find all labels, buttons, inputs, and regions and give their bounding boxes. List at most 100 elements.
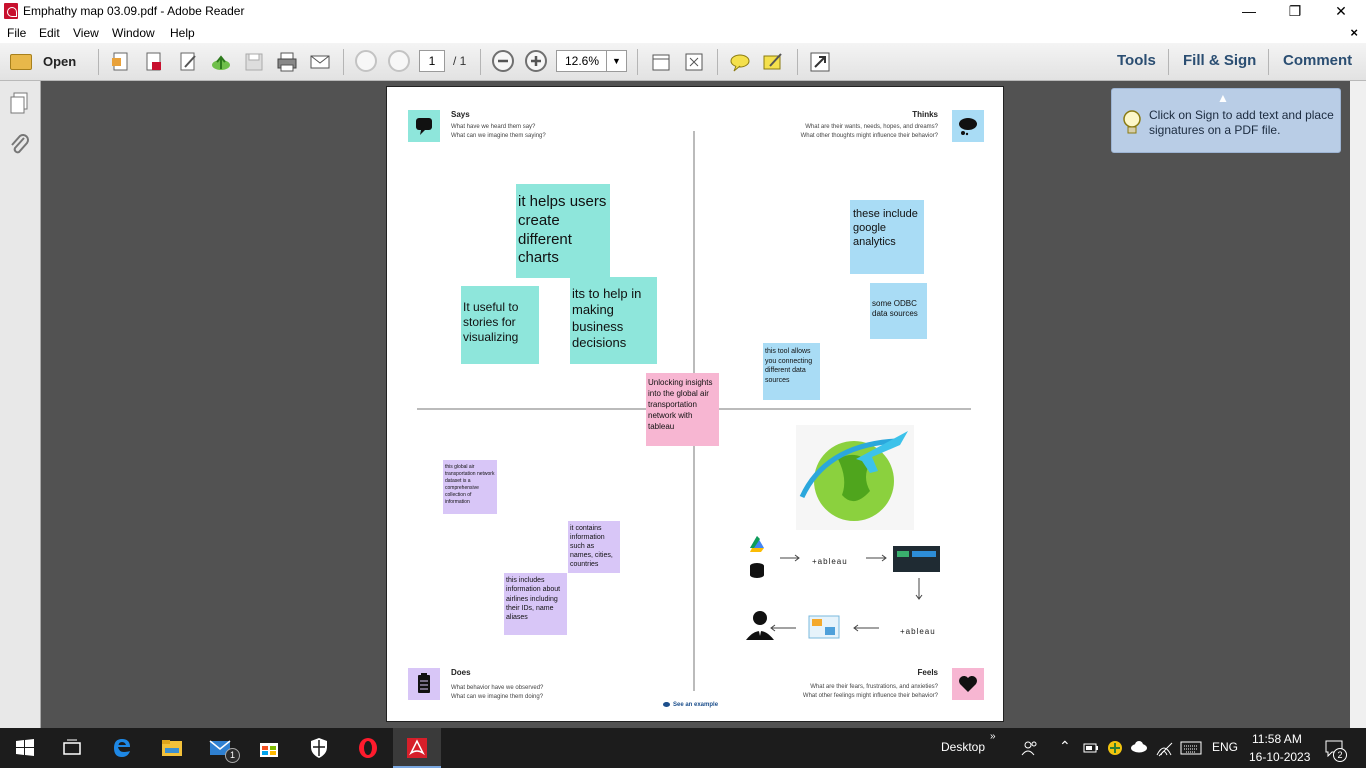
desktop-toolbar-label[interactable]: Desktop (941, 740, 985, 754)
sticky-note: its to help in making business decisions (570, 277, 657, 364)
keyboard-icon[interactable] (1180, 741, 1202, 755)
title-bar: Emphathy map 03.09.pdf - Adobe Reader — … (0, 0, 1366, 23)
edge-browser-icon[interactable] (110, 736, 134, 760)
adobe-reader-icon (4, 3, 18, 19)
email-icon[interactable] (309, 51, 331, 73)
separator (343, 49, 344, 75)
separator (637, 49, 638, 75)
see-example-link[interactable]: See an example (663, 702, 718, 708)
adobe-reader-taskbar-button[interactable] (393, 728, 441, 768)
sticky-note-icon[interactable] (729, 51, 751, 73)
chevron-icon[interactable]: » (990, 731, 996, 742)
taskbar: 1 Desktop » ⌃ ENG 11:58 AM 16-10-2023 2 (0, 728, 1366, 768)
edit-pdf-icon[interactable] (177, 51, 199, 73)
sticky-note: this includes information about airlines… (504, 573, 567, 635)
thinks-question-2: What other thoughts might influence thei… (800, 133, 938, 139)
upload-cloud-icon[interactable] (210, 51, 232, 73)
plus-icon (531, 56, 541, 66)
lightbulb-icon (1123, 110, 1141, 134)
export-pdf-icon[interactable] (143, 51, 165, 73)
thinks-title: Thinks (912, 110, 938, 119)
menu-edit[interactable]: Edit (39, 26, 60, 40)
clock-date[interactable]: 16-10-2023 (1249, 750, 1310, 764)
separator (717, 49, 718, 75)
clock-time[interactable]: 11:58 AM (1252, 732, 1302, 746)
center-topic-note: Unlocking insights into the global air t… (646, 373, 719, 446)
menu-file[interactable]: File (7, 26, 26, 40)
store-icon[interactable] (257, 736, 281, 760)
minimize-button[interactable]: — (1226, 0, 1272, 23)
sticky-note: some ODBC data sources (870, 283, 927, 339)
says-question-2: What can we imagine them saying? (451, 133, 546, 139)
navigation-panel (0, 81, 41, 728)
chevron-up-icon[interactable]: ▲ (1217, 91, 1229, 105)
cloud-icon[interactable] (1130, 740, 1148, 754)
full-screen-icon[interactable] (809, 51, 831, 73)
sticky-note: it contains information such as names, c… (568, 521, 620, 573)
update-icon[interactable] (1107, 740, 1123, 756)
tab-tools[interactable]: Tools (1117, 52, 1156, 69)
sticky-note: this tool allows you connecting differen… (763, 343, 820, 400)
restore-button[interactable]: ❐ (1272, 0, 1318, 23)
separator (1168, 49, 1169, 75)
zoom-select[interactable]: 12.6% ▼ (556, 50, 627, 72)
tableau-logo-1: +ableau (812, 557, 848, 566)
file-explorer-icon[interactable] (160, 736, 184, 760)
highlight-icon[interactable] (762, 51, 784, 73)
does-question-1: What behavior have we observed? (451, 685, 544, 691)
clipboard-icon (408, 668, 440, 700)
windows-start-icon[interactable] (13, 736, 37, 760)
tab-comment[interactable]: Comment (1283, 52, 1352, 69)
menu-window[interactable]: Window (112, 26, 155, 40)
minus-icon (498, 59, 508, 63)
security-shield-icon[interactable] (307, 736, 331, 760)
opera-browser-icon[interactable] (356, 736, 380, 760)
speech-bubble-icon (408, 110, 440, 142)
page-number-input[interactable]: 1 (419, 50, 445, 72)
task-view-icon[interactable] (60, 736, 84, 760)
page-total: / 1 (453, 54, 467, 68)
thought-cloud-icon (952, 110, 984, 142)
save-icon[interactable] (243, 51, 265, 73)
menu-help[interactable]: Help (170, 26, 195, 40)
previous-page-button[interactable] (355, 50, 377, 72)
tableau-logo-2: +ableau (900, 627, 936, 636)
eye-icon (663, 702, 670, 707)
mail-badge: 1 (225, 748, 240, 763)
adobe-reader-icon (407, 738, 427, 758)
wifi-icon[interactable] (1155, 739, 1173, 757)
separator (1268, 49, 1269, 75)
attachment-icon[interactable] (8, 133, 32, 157)
fit-page-icon[interactable] (683, 51, 705, 73)
vertical-scrollbar[interactable] (1350, 81, 1366, 728)
create-pdf-icon[interactable] (110, 51, 132, 73)
fit-width-icon[interactable] (650, 51, 672, 73)
pdf-page: Says What have we heard them say? What c… (386, 86, 1004, 722)
separator (797, 49, 798, 75)
pages-icon[interactable] (8, 91, 32, 115)
people-icon[interactable] (1021, 739, 1039, 757)
zoom-in-button[interactable] (525, 50, 547, 72)
chevron-down-icon[interactable]: ▼ (606, 51, 626, 71)
zoom-out-button[interactable] (492, 50, 514, 72)
toolbar: Open 1 / 1 12.6% ▼ Tools Fill & Sign Comm… (0, 43, 1366, 81)
says-question-1: What have we heard them say? (451, 124, 536, 130)
sticky-note: It useful to stories for visualizing (461, 286, 539, 364)
tab-fill-sign[interactable]: Fill & Sign (1183, 52, 1256, 69)
close-document-button[interactable]: × (1350, 25, 1358, 40)
menu-view[interactable]: View (73, 26, 99, 40)
sign-tooltip: ▲ Click on Sign to add text and place si… (1111, 88, 1341, 153)
language-indicator[interactable]: ENG (1212, 740, 1238, 754)
window-title: Emphathy map 03.09.pdf - Adobe Reader (23, 4, 245, 18)
battery-icon[interactable] (1083, 741, 1099, 755)
says-title: Says (451, 110, 470, 119)
sticky-note: it helps users create different charts (516, 184, 610, 278)
sticky-note: this global air transportation network d… (443, 460, 497, 514)
close-button[interactable]: ✕ (1318, 0, 1364, 23)
heart-icon (952, 668, 984, 700)
next-page-button[interactable] (388, 50, 410, 72)
does-title: Does (451, 668, 471, 677)
chevron-up-icon[interactable]: ⌃ (1059, 738, 1071, 755)
print-icon[interactable] (276, 51, 298, 73)
separator (98, 49, 99, 75)
